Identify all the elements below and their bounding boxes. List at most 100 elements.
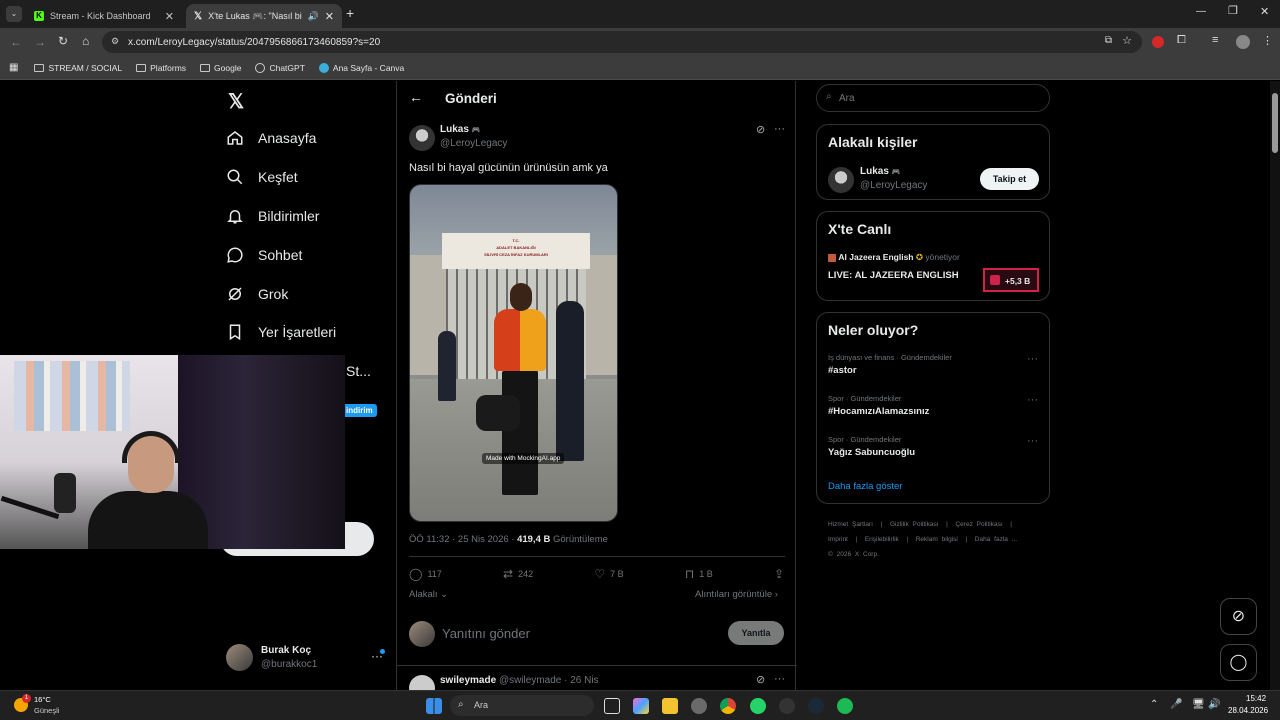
app-icon[interactable]	[779, 698, 795, 714]
profile-avatar[interactable]	[1236, 35, 1250, 49]
tab-search-button[interactable]: ⌄	[6, 6, 22, 22]
taskbar-search[interactable]: ⌕ Ara	[450, 695, 594, 716]
close-icon[interactable]: ✕	[165, 10, 174, 23]
footer-link[interactable]: Daha fazla ...	[975, 536, 1017, 543]
clock-time[interactable]: 15:42	[1246, 694, 1266, 703]
extensions-icon[interactable]: ⧠	[1177, 34, 1186, 47]
bookmark-stream-social[interactable]: STREAM / SOCIAL	[34, 63, 122, 73]
scrollbar-track[interactable]	[1270, 81, 1280, 690]
grok-icon[interactable]: ⊘	[756, 123, 765, 136]
sidebar-item-home[interactable]: Anasayfa	[226, 129, 316, 147]
url-input[interactable]: ⚙ x.com/LeroyLegacy/status/2047956866173…	[102, 31, 1142, 53]
site-info-icon[interactable]: ⚙	[111, 36, 119, 47]
forward-icon[interactable]: →	[34, 35, 46, 49]
messages-float-button[interactable]: ◯	[1220, 644, 1257, 681]
more-options-icon[interactable]: ···	[774, 123, 785, 135]
maximize-button[interactable]: ❐	[1228, 4, 1238, 17]
author-name[interactable]: Lukas 🎮	[440, 124, 480, 135]
sidebar-item-partial[interactable]: St...	[346, 363, 371, 379]
footer-link[interactable]: Reklam bilgisi	[916, 536, 958, 543]
footer-link[interactable]: Çerez Politikası	[955, 521, 1002, 528]
weather-widget[interactable]: 1 16°C Güneşli	[12, 694, 92, 717]
media-icon[interactable]: ≡	[1212, 34, 1218, 46]
more-options-icon[interactable]: ···	[1027, 435, 1038, 447]
chrome-icon[interactable]	[720, 698, 736, 714]
trend-item[interactable]: Spor · Gündemdekiler #HocamızıAlamazsını…	[828, 394, 1038, 417]
home-icon[interactable]: ⌂	[82, 34, 89, 48]
like-action[interactable]: ♡ 7 B	[594, 567, 623, 581]
close-icon[interactable]: ✕	[325, 10, 334, 23]
reload-icon[interactable]: ↻	[58, 34, 68, 48]
share-action[interactable]: ⇪	[774, 567, 784, 581]
x-logo-icon[interactable]: 𝕏	[228, 89, 244, 114]
repost-action[interactable]: ⇄ 242	[503, 567, 533, 581]
sidebar-item-notifications[interactable]: Bildirimler	[226, 207, 319, 225]
view-quotes-link[interactable]: Alıntıları görüntüle ›	[695, 589, 778, 600]
grok-float-button[interactable]: ⊘	[1220, 598, 1257, 635]
more-options-icon[interactable]: ···	[774, 673, 785, 685]
network-icon[interactable]: 🖥	[1192, 699, 1205, 710]
footer-link[interactable]: Gizlilik Politikası	[890, 521, 939, 528]
more-options-icon[interactable]: ···	[1027, 394, 1038, 406]
clock-date[interactable]: 28.04.2026	[1228, 706, 1268, 715]
spotify-icon[interactable]	[837, 698, 853, 714]
show-more-link[interactable]: Daha fazla göster	[828, 481, 902, 492]
account-avatar[interactable]	[226, 644, 253, 671]
tray-chevron-icon[interactable]: ⌃	[1150, 699, 1158, 710]
footer-link[interactable]: Imprint	[828, 536, 848, 543]
bookmark-canva[interactable]: Ana Sayfa - Canva	[318, 62, 404, 73]
bookmark-platforms[interactable]: Platforms	[136, 63, 186, 73]
windows-start-icon[interactable]	[426, 698, 442, 714]
reply-button[interactable]: Yanıtla	[728, 621, 784, 645]
post-image[interactable]: T.C. ADALET BAKANLIĞI SİLİVRİ CEZA İNFAZ…	[409, 184, 618, 522]
account-name[interactable]: Burak Koç	[261, 645, 311, 656]
copilot-icon[interactable]	[633, 698, 649, 714]
author-avatar[interactable]	[409, 125, 435, 151]
follow-button[interactable]: Takip et	[980, 168, 1039, 190]
person-avatar[interactable]	[828, 167, 854, 193]
trend-item[interactable]: İş dünyası ve finans · Gündemdekiler #as…	[828, 353, 1038, 376]
file-explorer-icon[interactable]	[662, 698, 678, 714]
settings-icon[interactable]	[691, 698, 707, 714]
extension-red-icon[interactable]	[1152, 36, 1164, 48]
apps-grid-icon[interactable]: ▦	[9, 62, 18, 73]
reply-action[interactable]: ◯ 117	[409, 567, 442, 581]
tab-kick-dashboard[interactable]: K Stream - Kick Dashboard ✕	[26, 4, 182, 28]
trend-item[interactable]: Spor · Gündemdekiler Yağız Sabuncuoğlu ·…	[828, 435, 1038, 458]
author-handle[interactable]: @LeroyLegacy	[440, 138, 507, 149]
minimize-button[interactable]: —	[1196, 6, 1206, 17]
whatsapp-icon[interactable]	[750, 698, 766, 714]
sidebar-item-explore[interactable]: Keşfet	[226, 168, 298, 186]
speaker-icon[interactable]: 🔊	[308, 11, 319, 22]
sidebar-item-chat[interactable]: Sohbet	[226, 246, 302, 264]
back-icon[interactable]: ←	[10, 35, 22, 49]
footer-link[interactable]: Hizmet Şartları	[828, 521, 873, 528]
volume-icon[interactable]: 🔊	[1208, 699, 1220, 710]
live-viewers-badge[interactable]: +5,3 B	[983, 268, 1039, 292]
close-window-button[interactable]: ✕	[1260, 5, 1269, 18]
bookmark-google[interactable]: Google	[200, 63, 241, 73]
task-view-icon[interactable]	[604, 698, 620, 714]
sidebar-item-grok[interactable]: Grok	[226, 285, 288, 303]
menu-icon[interactable]: ⋮	[1262, 34, 1273, 47]
person-name[interactable]: Lukas 🎮	[860, 166, 900, 177]
more-options-icon[interactable]: ···	[1027, 353, 1038, 365]
sidebar-item-bookmarks[interactable]: Yer İşaretleri	[226, 323, 336, 341]
steam-icon[interactable]	[808, 698, 824, 714]
sort-relevant-dropdown[interactable]: Alakalı ⌄	[409, 589, 448, 600]
tab-x-post[interactable]: 𝕏 X'te Lukas 🎮: "Nasıl bi hay 🔊 ✕	[186, 4, 342, 28]
live-channel[interactable]: Al Jazeera English ✪ yönetiyor	[828, 252, 960, 263]
scrollbar-thumb[interactable]	[1272, 93, 1278, 153]
install-icon[interactable]: ⧉	[1105, 35, 1112, 46]
bookmark-action[interactable]: ⊓ 1 B	[685, 567, 713, 581]
bookmark-chatgpt[interactable]: ChatGPT	[255, 62, 305, 73]
reply-input[interactable]: Yanıtını gönder	[442, 626, 712, 641]
footer-link[interactable]: Erişilebilirlik	[865, 536, 899, 543]
back-arrow-icon[interactable]: ←	[409, 89, 423, 105]
live-title[interactable]: LIVE: AL JAZEERA ENGLISH	[828, 270, 959, 281]
star-icon[interactable]: ☆	[1122, 34, 1132, 47]
microphone-icon[interactable]: 🎤	[1170, 699, 1182, 710]
grok-icon[interactable]: ⊘	[756, 673, 765, 686]
new-tab-button[interactable]: +	[346, 5, 354, 21]
discount-badge[interactable]: indirim	[342, 404, 377, 417]
